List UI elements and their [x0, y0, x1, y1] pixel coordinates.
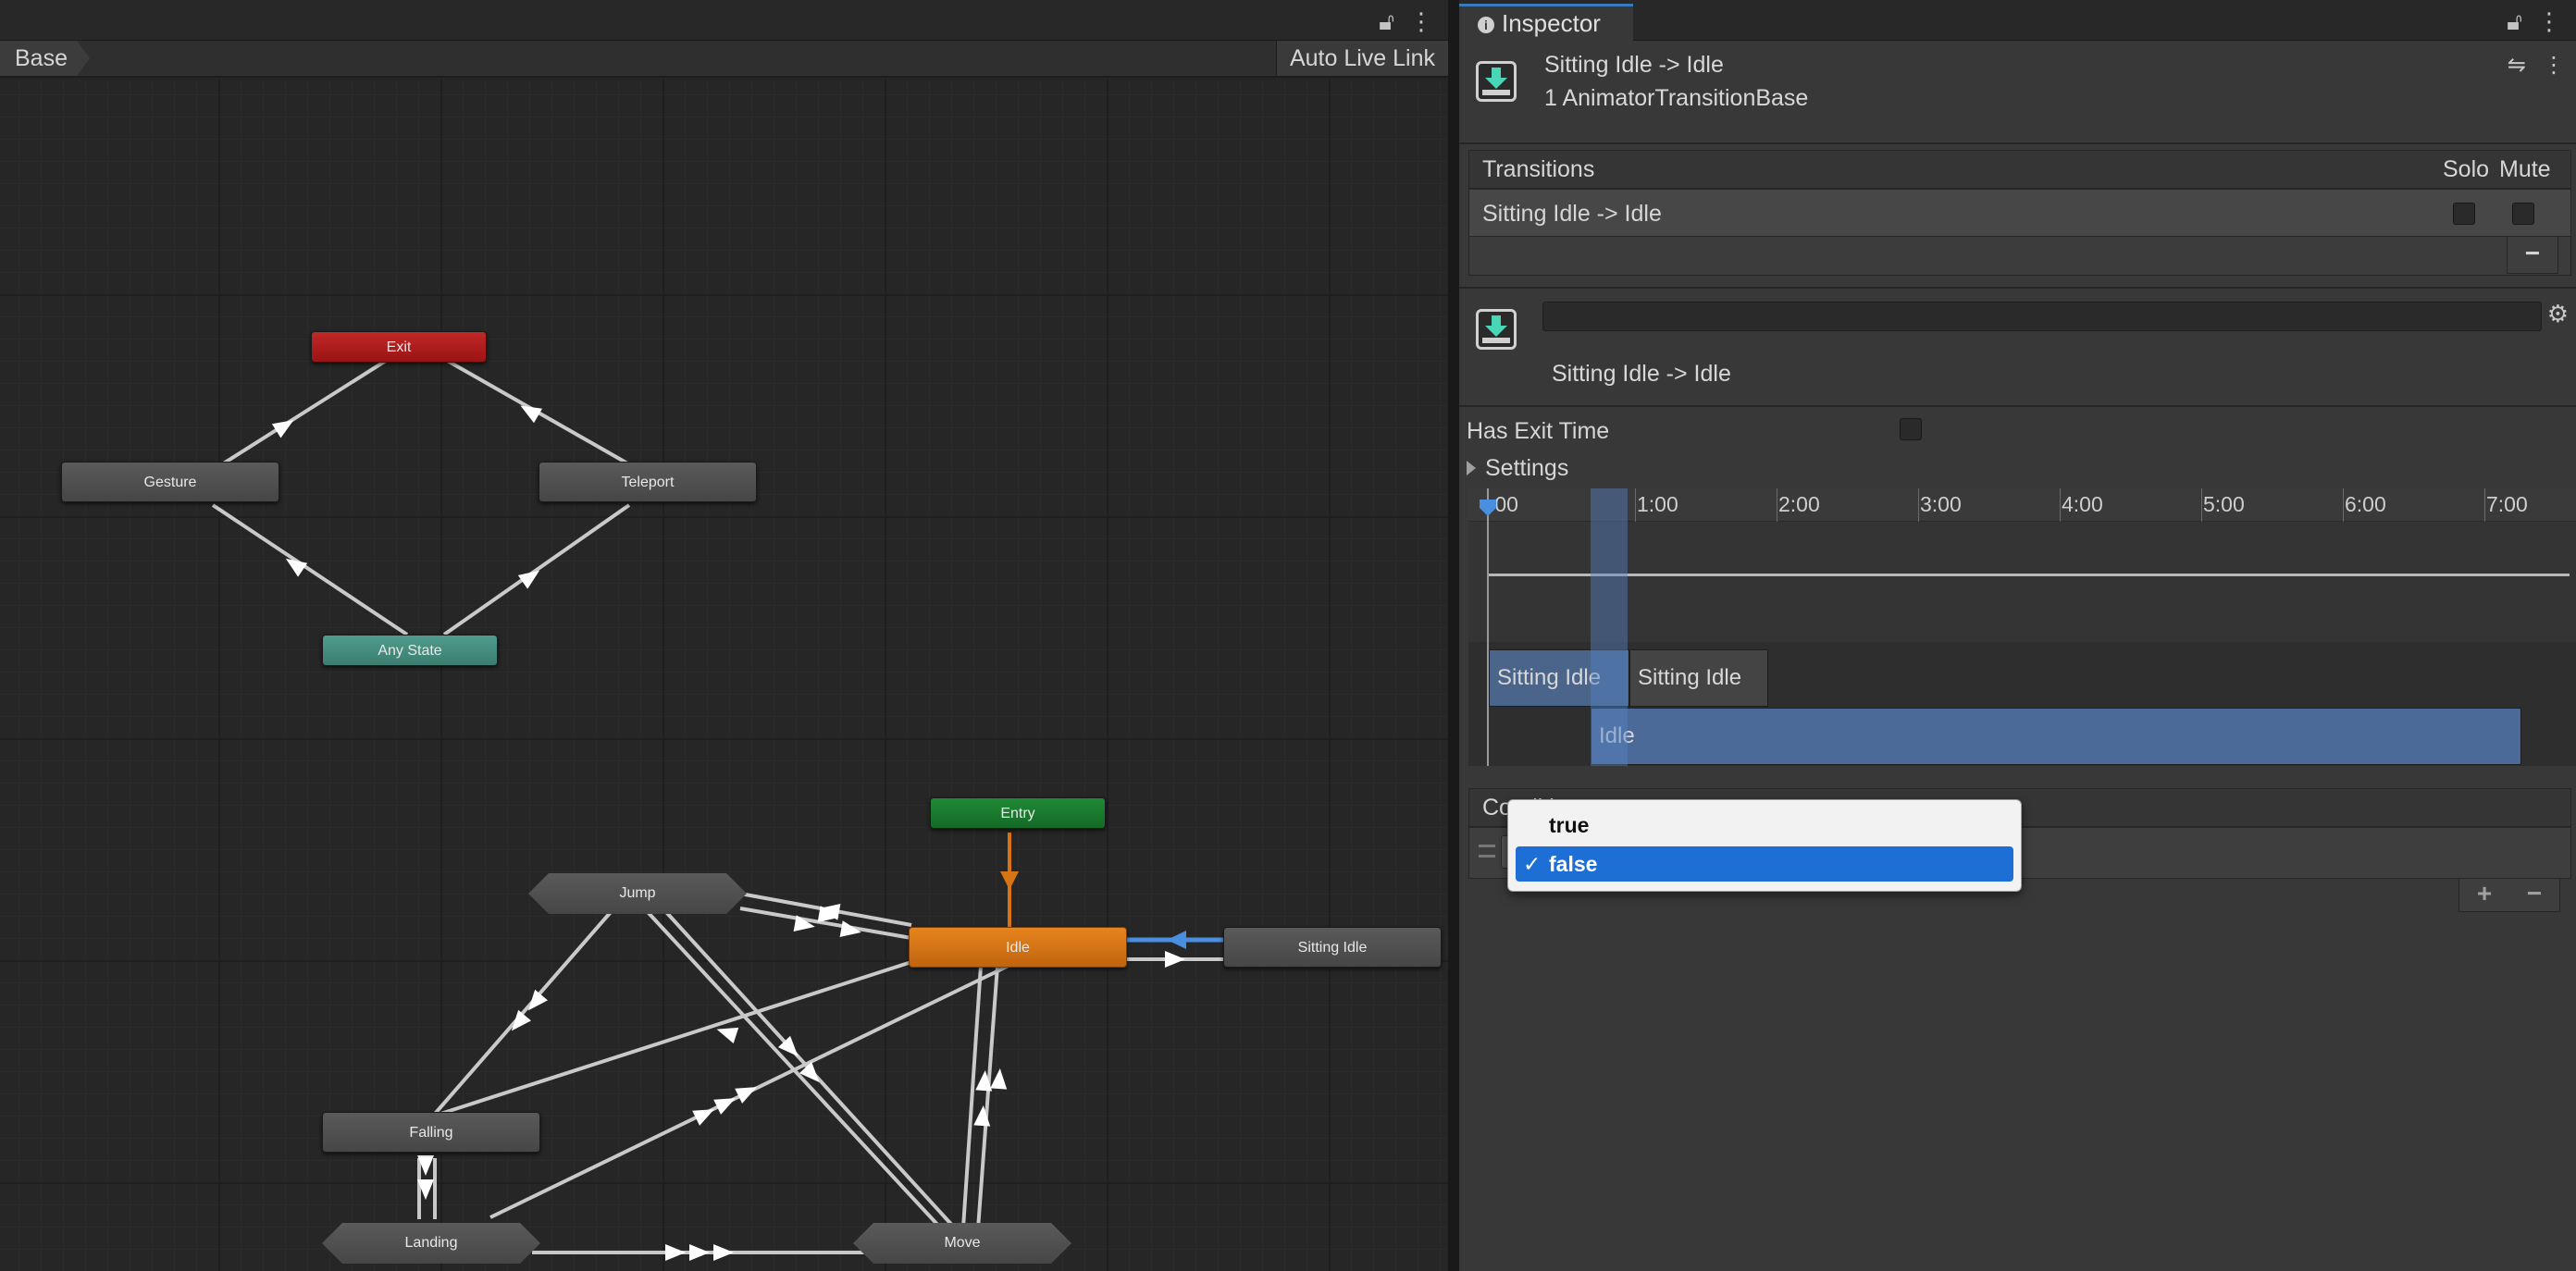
inspector-header-subtitle: 1 AnimatorTransitionBase [1544, 85, 1809, 111]
state-any-state[interactable]: Any State [322, 635, 498, 666]
state-landing[interactable]: Landing [322, 1223, 540, 1264]
timeline-clip-destination[interactable]: Idle [1591, 708, 2521, 765]
timeline-tick-label: 4:00 [2062, 492, 2103, 516]
dropdown-option-label: false [1549, 852, 1598, 876]
timeline-tick-label: 3:00 [1920, 492, 1962, 516]
solo-column-label: Solo [2443, 156, 2490, 182]
kebab-menu-icon[interactable]: ⋮ [2543, 52, 2565, 79]
tab-inspector[interactable]: i Inspector [1459, 4, 1633, 41]
breadcrumb-bar: Base Auto Live Link [0, 41, 1448, 78]
state-entry[interactable]: Entry [930, 797, 1106, 829]
state-jump[interactable]: Jump [528, 873, 747, 914]
has-exit-time-checkbox[interactable] [1900, 418, 1922, 440]
transitions-list-header: Transitions Solo Mute [1468, 150, 2571, 189]
state-sitting-idle[interactable]: Sitting Idle [1223, 927, 1442, 968]
inspector-tab-bar: i Inspector 🔓︎ ⋮ [1459, 0, 2576, 41]
state-falling[interactable]: Falling [322, 1112, 540, 1153]
lock-icon[interactable]: 🔓︎ [1379, 7, 1394, 37]
state-teleport[interactable]: Teleport [539, 462, 757, 502]
condition-value-dropdown-menu: true ✓ false [1507, 799, 2022, 895]
solo-checkbox[interactable] [2453, 203, 2475, 225]
auto-live-link-button[interactable]: Auto Live Link [1275, 41, 1448, 76]
divider [1459, 405, 2576, 407]
state-idle[interactable]: Idle [909, 927, 1127, 968]
inspector-header-title: Sitting Idle -> Idle [1544, 52, 1724, 78]
add-condition-button[interactable]: + [2459, 879, 2509, 911]
transition-blend-range[interactable] [1591, 488, 1628, 766]
preset-sliders-icon[interactable]: ⇋ [2508, 52, 2526, 79]
has-exit-time-label: Has Exit Time [1467, 418, 1610, 444]
timeline-clip-source-remainder[interactable]: Sitting Idle [1629, 649, 1768, 707]
timeline-ruler[interactable]: :00 1:00 2:00 3:00 4:00 5:00 6:00 7:00 [1468, 488, 2576, 522]
drag-handle-icon[interactable] [1479, 845, 1495, 858]
breadcrumb-base-layer[interactable]: Base [0, 41, 90, 76]
transition-title: Sitting Idle -> Idle [1552, 361, 1731, 387]
timeline-tick-label: 1:00 [1637, 492, 1678, 516]
remove-condition-button[interactable]: − [2509, 879, 2559, 911]
info-icon: i [1478, 17, 1494, 33]
transition-icon [1476, 61, 1517, 102]
animator-title-bar: 🔓︎ ⋮ [0, 0, 1448, 41]
checkmark-icon: ✓ [1523, 852, 1542, 876]
transition-row-label: Sitting Idle -> Idle [1482, 201, 1662, 227]
transition-lines [211, 357, 1224, 1261]
mute-column-label: Mute [2499, 156, 2551, 182]
timeline-curve-area [1468, 522, 2576, 642]
state-machine-graph[interactable]: Exit Gesture Teleport Any State Entry Ju… [0, 80, 1448, 1271]
transition-icon [1476, 309, 1517, 350]
kebab-menu-icon[interactable]: ⋮ [1409, 7, 1433, 37]
transitions-header-label: Transitions [1482, 156, 1595, 182]
mute-checkbox[interactable] [2512, 203, 2534, 225]
transitions-list-footer [1468, 237, 2571, 276]
state-gesture[interactable]: Gesture [61, 462, 279, 502]
transition-timeline[interactable]: :00 1:00 2:00 3:00 4:00 5:00 6:00 7:00 S… [1468, 488, 2576, 766]
foldout-arrow-icon[interactable] [1467, 461, 1476, 475]
timeline-tick-label: 2:00 [1778, 492, 1820, 516]
gear-icon[interactable]: ⚙ [2547, 300, 2569, 328]
timeline-tick-label: 6:00 [2345, 492, 2386, 516]
transitions-list: Transitions Solo Mute Sitting Idle -> Id… [1468, 150, 2571, 276]
divider [1459, 142, 2576, 144]
animator-window: 🔓︎ ⋮ Base Auto Live Link Exit Gesture Te… [0, 0, 1448, 1271]
dropdown-option-false[interactable]: ✓ false [1516, 846, 2013, 882]
tab-inspector-label: Inspector [1502, 9, 1601, 37]
timeline-playhead[interactable] [1487, 488, 1489, 766]
conditions-footer-buttons: + − [2458, 879, 2560, 912]
kebab-menu-icon[interactable]: ⋮ [2537, 7, 2561, 37]
dropdown-option-label: true [1549, 813, 1590, 837]
dropdown-option-true[interactable]: true [1516, 808, 2013, 843]
inspector-window: i Inspector 🔓︎ ⋮ Sitting Idle -> Idle 1 A… [1454, 0, 2576, 1271]
state-move[interactable]: Move [853, 1223, 1071, 1264]
timeline-curve-line [1487, 574, 2570, 576]
transition-name-field[interactable] [1542, 302, 2542, 331]
state-exit[interactable]: Exit [311, 331, 487, 363]
transition-row[interactable]: Sitting Idle -> Idle [1468, 189, 2571, 237]
remove-transition-button[interactable]: − [2507, 237, 2558, 274]
lock-icon[interactable]: 🔓︎ [2507, 7, 2522, 37]
timeline-tick-label: 7:00 [2486, 492, 2528, 516]
settings-foldout[interactable]: Settings [1485, 455, 1568, 482]
timeline-tick-label: 5:00 [2203, 492, 2245, 516]
divider [1459, 287, 2576, 289]
